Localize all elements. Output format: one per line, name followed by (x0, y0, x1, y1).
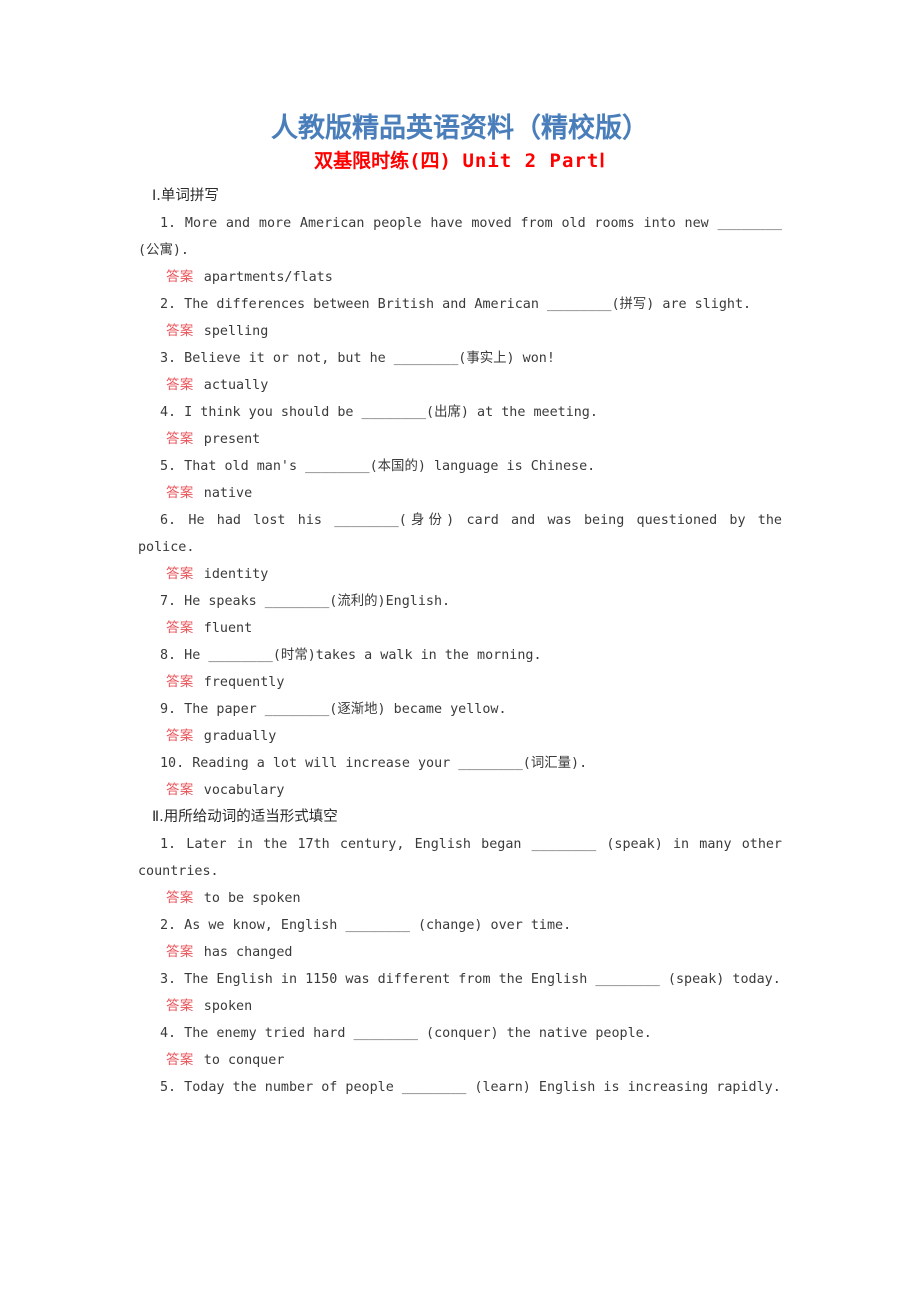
answer-label: 答案 (166, 567, 194, 582)
answer-line: 答案 present (138, 426, 782, 453)
question-line: 5. Today the number of people ________ (… (160, 1080, 781, 1095)
answer-line: 答案 spoken (138, 993, 782, 1020)
subtitle-chinese: 双基限时练(四) (314, 150, 451, 172)
question-line: 2. The differences between British and A… (160, 297, 752, 312)
question-line: 3. Believe it or not, but he ________(事实… (160, 351, 555, 366)
answer-text: to conquer (203, 1053, 285, 1068)
question-line: 5. That old man's ________(本国的) language… (160, 459, 596, 474)
question-line: 1. More and more American people have mo… (138, 216, 782, 258)
answer-label: 答案 (166, 621, 194, 636)
question-line: 4. The enemy tried hard ________ (conque… (160, 1026, 652, 1041)
answer-text: fluent (203, 621, 253, 636)
section-heading: Ⅰ.单词拼写 (152, 188, 219, 204)
subtitle-english: Unit 2 PartⅠ (462, 150, 606, 172)
answer-line: 答案 has changed (138, 939, 782, 966)
answer-text: frequently (203, 675, 285, 690)
answer-line: 答案 to conquer (138, 1047, 782, 1074)
answer-line: 答案 native (138, 480, 782, 507)
answer-line: 答案 apartments/flats (138, 264, 782, 291)
document-subtitle: 双基限时练(四) Unit 2 PartⅠ (138, 148, 782, 174)
answer-text: spelling (203, 324, 269, 339)
answer-label: 答案 (166, 783, 194, 798)
answer-line: 答案 actually (138, 372, 782, 399)
question-line: 1. Later in the 17th century, English be… (138, 837, 782, 879)
answer-line: 答案 frequently (138, 669, 782, 696)
answer-text: to be spoken (203, 891, 301, 906)
answer-text: vocabulary (203, 783, 285, 798)
answer-text: spoken (203, 999, 253, 1014)
answer-text: present (203, 432, 261, 447)
question-line: 4. I think you should be ________(出席) at… (160, 405, 598, 420)
question-line: 3. The English in 1150 was different fro… (160, 972, 781, 987)
answer-label: 答案 (166, 945, 194, 960)
answer-line: 答案 vocabulary (138, 777, 782, 804)
answer-label: 答案 (166, 270, 194, 285)
question-line: 8. He ________(时常)takes a walk in the mo… (160, 648, 542, 663)
answer-line: 答案 identity (138, 561, 782, 588)
document-title: 人教版精品英语资料（精校版） (271, 113, 649, 144)
answer-line: 答案 fluent (138, 615, 782, 642)
section-heading: Ⅱ.用所给动词的适当形式填空 (152, 809, 338, 825)
answer-line: 答案 spelling (138, 318, 782, 345)
question-line: 9. The paper ________(逐渐地) became yellow… (160, 702, 507, 717)
question-line: 10. Reading a lot will increase your ___… (160, 756, 588, 771)
exercise-sections: Ⅰ.单词拼写 1. More and more American people h… (138, 183, 782, 1101)
answer-label: 答案 (166, 999, 194, 1014)
answer-label: 答案 (166, 378, 194, 393)
answer-text: actually (203, 378, 269, 393)
answer-label: 答案 (166, 675, 194, 690)
answer-label: 答案 (166, 432, 194, 447)
answer-label: 答案 (166, 1053, 194, 1068)
question-line: 7. He speaks ________(流利的)English. (160, 594, 451, 609)
answer-text: identity (203, 567, 269, 582)
question-line: 2. As we know, English ________ (change)… (160, 918, 572, 933)
answer-label: 答案 (166, 891, 194, 906)
answer-text: native (203, 486, 253, 501)
answer-line: 答案 to be spoken (138, 885, 782, 912)
answer-text: gradually (203, 729, 277, 744)
answer-label: 答案 (166, 729, 194, 744)
answer-text: has changed (203, 945, 293, 960)
answer-line: 答案 gradually (138, 723, 782, 750)
answer-label: 答案 (166, 486, 194, 501)
document-page: 人教版精品英语资料（精校版） 双基限时练(四) Unit 2 PartⅠ Ⅰ.单… (0, 0, 920, 1302)
question-line: 6. He had lost his ________(身份) card and… (138, 513, 782, 555)
document-content: 人教版精品英语资料（精校版） 双基限时练(四) Unit 2 PartⅠ Ⅰ.单… (138, 112, 782, 1101)
answer-text: apartments/flats (203, 270, 333, 285)
answer-label: 答案 (166, 324, 194, 339)
